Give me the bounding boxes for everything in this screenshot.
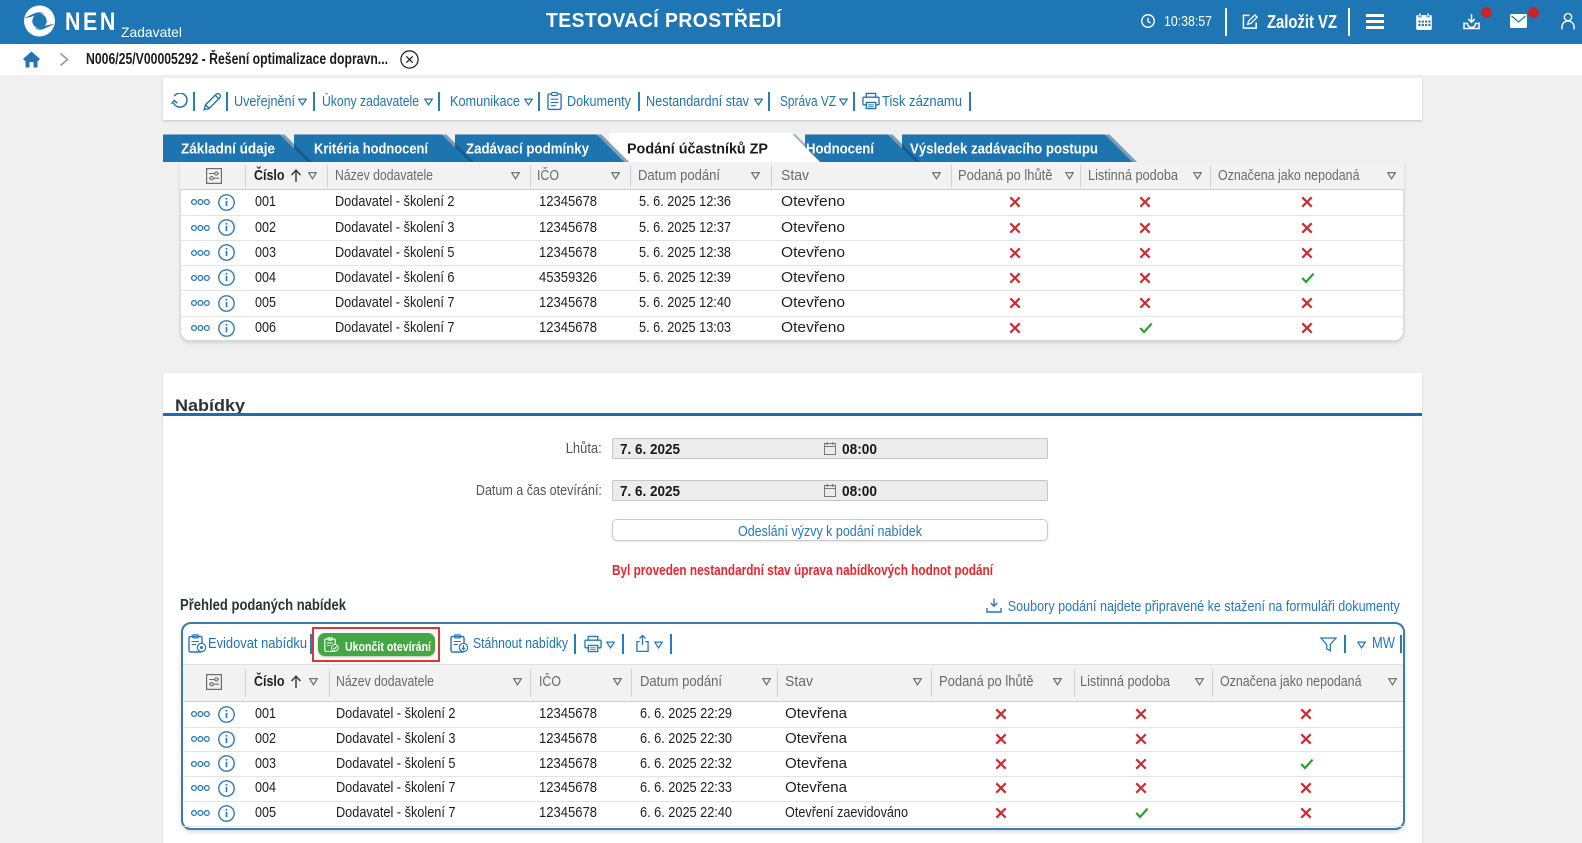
svg-text:Výsledek zadávacího postupu: Výsledek zadávacího postupu: [910, 140, 1098, 157]
svg-text:Hodnocení: Hodnocení: [806, 140, 875, 157]
svg-text:Základní údaje: Základní údaje: [181, 140, 275, 157]
svg-text:Zadávací podmínky: Zadávací podmínky: [466, 140, 590, 157]
svg-text:Kritéria hodnocení: Kritéria hodnocení: [314, 140, 429, 157]
svg-text:Podání účastníků ZP: Podání účastníků ZP: [627, 140, 768, 157]
